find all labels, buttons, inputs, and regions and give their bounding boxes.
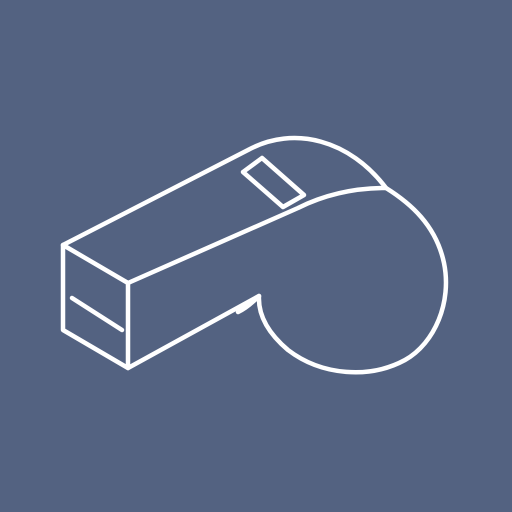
icon-canvas	[0, 0, 512, 512]
whistle-icon	[0, 0, 512, 512]
icon-background	[0, 0, 512, 512]
